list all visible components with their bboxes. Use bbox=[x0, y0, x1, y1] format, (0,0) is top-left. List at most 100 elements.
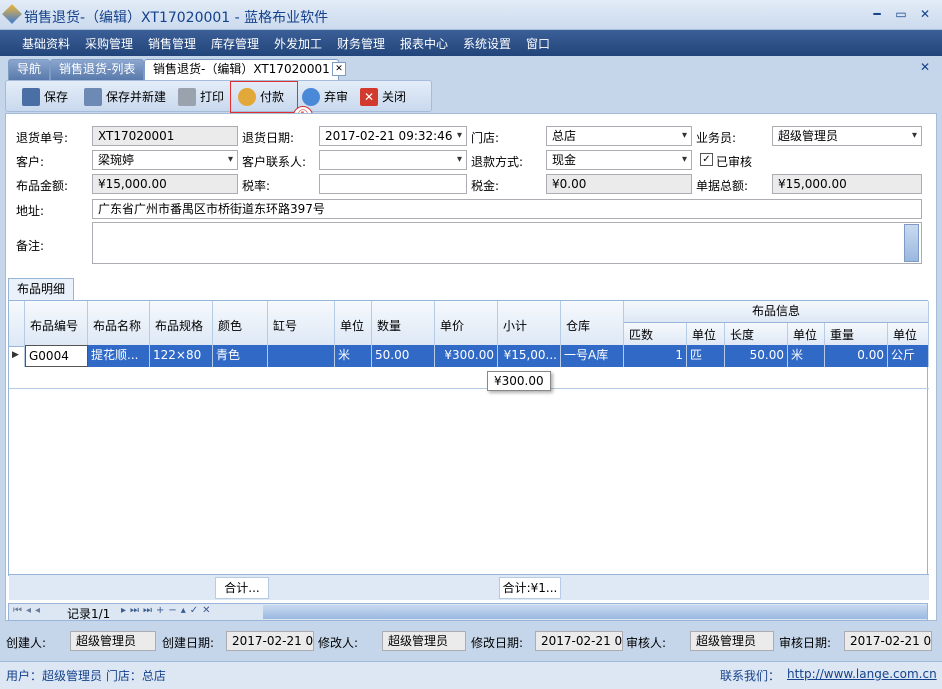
cell[interactable]: 122×80 bbox=[150, 345, 213, 367]
floppy-icon bbox=[22, 88, 40, 106]
minimize-button[interactable]: ━ bbox=[868, 5, 886, 23]
undo-icon bbox=[302, 88, 320, 106]
auditor-label: 审核人: bbox=[626, 636, 667, 650]
menu-sales[interactable]: 销售管理 bbox=[148, 35, 196, 52]
grid-hscrollbar[interactable] bbox=[263, 605, 927, 619]
col-header[interactable]: 单位 bbox=[788, 323, 825, 347]
row-indicator: ▶ bbox=[9, 345, 25, 367]
cell[interactable]: 50.00 bbox=[372, 345, 435, 367]
amount-label: 布品金额: bbox=[16, 179, 69, 193]
abandon-audit-button[interactable]: 弃审 bbox=[302, 86, 348, 108]
new-row[interactable] bbox=[9, 367, 929, 389]
col-header[interactable]: 缸号 bbox=[268, 301, 335, 347]
tax-field[interactable]: ¥0.00 bbox=[546, 174, 692, 194]
remark-scrollbar[interactable] bbox=[904, 224, 919, 262]
col-header[interactable]: 单价 bbox=[435, 301, 498, 347]
customer-label: 客户: bbox=[16, 155, 45, 169]
tab-list[interactable]: 销售退货-列表 bbox=[50, 59, 145, 80]
close-button[interactable]: ✕ 关闭 bbox=[360, 86, 406, 108]
refund-label: 退款方式: bbox=[471, 155, 524, 169]
summary-row bbox=[9, 574, 929, 600]
tax-label: 税金: bbox=[471, 179, 500, 193]
col-header[interactable]: 小计 bbox=[498, 301, 561, 347]
customer-select[interactable]: 梁琬婷 bbox=[92, 150, 238, 170]
col-header[interactable]: 重量 bbox=[825, 323, 888, 347]
col-header[interactable]: 布品名称 bbox=[88, 301, 150, 347]
cell[interactable]: 一号A库 bbox=[561, 345, 624, 367]
audit-date-field: 2017-02-21 09 bbox=[844, 631, 932, 651]
tab-current[interactable]: 销售退货-（编辑）XT17020001 bbox=[144, 59, 339, 80]
cell[interactable]: 1 bbox=[624, 345, 687, 367]
contact-label: 联系我们： bbox=[720, 669, 781, 683]
remark-field[interactable] bbox=[92, 222, 922, 264]
cell[interactable]: 青色 bbox=[213, 345, 268, 367]
cell[interactable]: 公斤 bbox=[888, 345, 929, 367]
col-header[interactable]: 长度 bbox=[725, 323, 788, 347]
menu-window[interactable]: 窗口 bbox=[526, 35, 550, 52]
doc-no-field[interactable]: XT17020001 bbox=[92, 126, 238, 146]
menu-purchase[interactable]: 采购管理 bbox=[85, 35, 133, 52]
contact-select[interactable] bbox=[319, 150, 467, 170]
total-label: 单据总额: bbox=[696, 179, 749, 193]
nav-next-last-icons[interactable]: ▸⏭⏭+−▴✓✕ bbox=[121, 605, 215, 616]
store-select[interactable]: 总店 bbox=[546, 126, 692, 146]
doc-no-label: 退货单号: bbox=[16, 131, 69, 145]
cell[interactable]: 提花顺... bbox=[88, 345, 150, 367]
document-close-icon[interactable]: ✕ bbox=[920, 60, 930, 74]
col-header[interactable]: 颜色 bbox=[213, 301, 268, 347]
amount-field[interactable]: ¥15,000.00 bbox=[92, 174, 238, 194]
col-header[interactable]: 单位 bbox=[335, 301, 372, 347]
menu-reports[interactable]: 报表中心 bbox=[400, 35, 448, 52]
close-window-button[interactable]: ✕ bbox=[916, 5, 934, 23]
address-label: 地址: bbox=[16, 204, 45, 218]
date-field[interactable]: 2017-02-21 09:32:46 bbox=[319, 126, 467, 146]
address-field[interactable]: 广东省广州市番禺区市桥街道东环路397号 bbox=[92, 199, 922, 219]
col-header[interactable]: 单位 bbox=[888, 323, 929, 347]
audited-checkbox[interactable]: ✓ bbox=[700, 153, 713, 166]
menu-settings[interactable]: 系统设置 bbox=[463, 35, 511, 52]
modify-date-field: 2017-02-21 09 bbox=[535, 631, 623, 651]
save-new-icon bbox=[84, 88, 102, 106]
col-header[interactable]: 单位 bbox=[687, 323, 725, 347]
cell[interactable]: 50.00 bbox=[725, 345, 788, 367]
printer-icon bbox=[178, 88, 196, 106]
col-header[interactable]: 数量 bbox=[372, 301, 435, 347]
website-link[interactable]: http://www.lange.com.cn bbox=[787, 667, 937, 681]
date-label: 退货日期: bbox=[242, 131, 295, 145]
tab-close-icon[interactable]: ✕ bbox=[332, 62, 346, 76]
col-header[interactable]: 匹数 bbox=[624, 323, 687, 347]
col-header[interactable]: 布品编号 bbox=[25, 301, 88, 347]
cell[interactable]: 米 bbox=[335, 345, 372, 367]
create-date-field: 2017-02-21 09 bbox=[226, 631, 314, 651]
salesman-select[interactable]: 超级管理员 bbox=[772, 126, 922, 146]
tax-rate-field[interactable] bbox=[319, 174, 467, 194]
col-header[interactable]: 仓库 bbox=[561, 301, 624, 347]
save-new-button[interactable]: 保存并新建 bbox=[84, 86, 166, 108]
save-button[interactable]: 保存 bbox=[22, 86, 68, 108]
restore-button[interactable]: ▭ bbox=[892, 5, 910, 23]
cell-code-editor[interactable]: G0004 bbox=[25, 345, 88, 367]
fabric-info-group-header: 布品信息 bbox=[624, 301, 929, 323]
cell[interactable] bbox=[268, 345, 335, 367]
creator-field: 超级管理员 bbox=[70, 631, 156, 651]
total-field[interactable]: ¥15,000.00 bbox=[772, 174, 922, 194]
store-label: 门店: bbox=[471, 131, 500, 145]
create-date-label: 创建日期: bbox=[162, 636, 215, 650]
menu-inventory[interactable]: 库存管理 bbox=[211, 35, 259, 52]
cell[interactable]: ¥15,00... bbox=[498, 345, 561, 367]
modify-date-label: 修改日期: bbox=[471, 636, 524, 650]
tab-detail[interactable]: 布品明细 bbox=[8, 278, 75, 300]
print-button[interactable]: 打印 bbox=[178, 86, 224, 108]
cell[interactable]: 匹 bbox=[687, 345, 725, 367]
col-header[interactable]: 布品规格 bbox=[150, 301, 213, 347]
cell[interactable]: ¥300.00 bbox=[435, 345, 498, 367]
pay-button[interactable]: 付款 bbox=[238, 86, 284, 108]
cell[interactable]: 0.00 bbox=[825, 345, 888, 367]
menu-outsource[interactable]: 外发加工 bbox=[274, 35, 322, 52]
menu-basic[interactable]: 基础资料 bbox=[22, 35, 70, 52]
menu-finance[interactable]: 财务管理 bbox=[337, 35, 385, 52]
refund-select[interactable]: 现金 bbox=[546, 150, 692, 170]
nav-first-prev-icons[interactable]: ⏮◂◂ bbox=[13, 605, 44, 616]
cell[interactable]: 米 bbox=[788, 345, 825, 367]
tab-nav[interactable]: 导航 bbox=[8, 59, 51, 80]
